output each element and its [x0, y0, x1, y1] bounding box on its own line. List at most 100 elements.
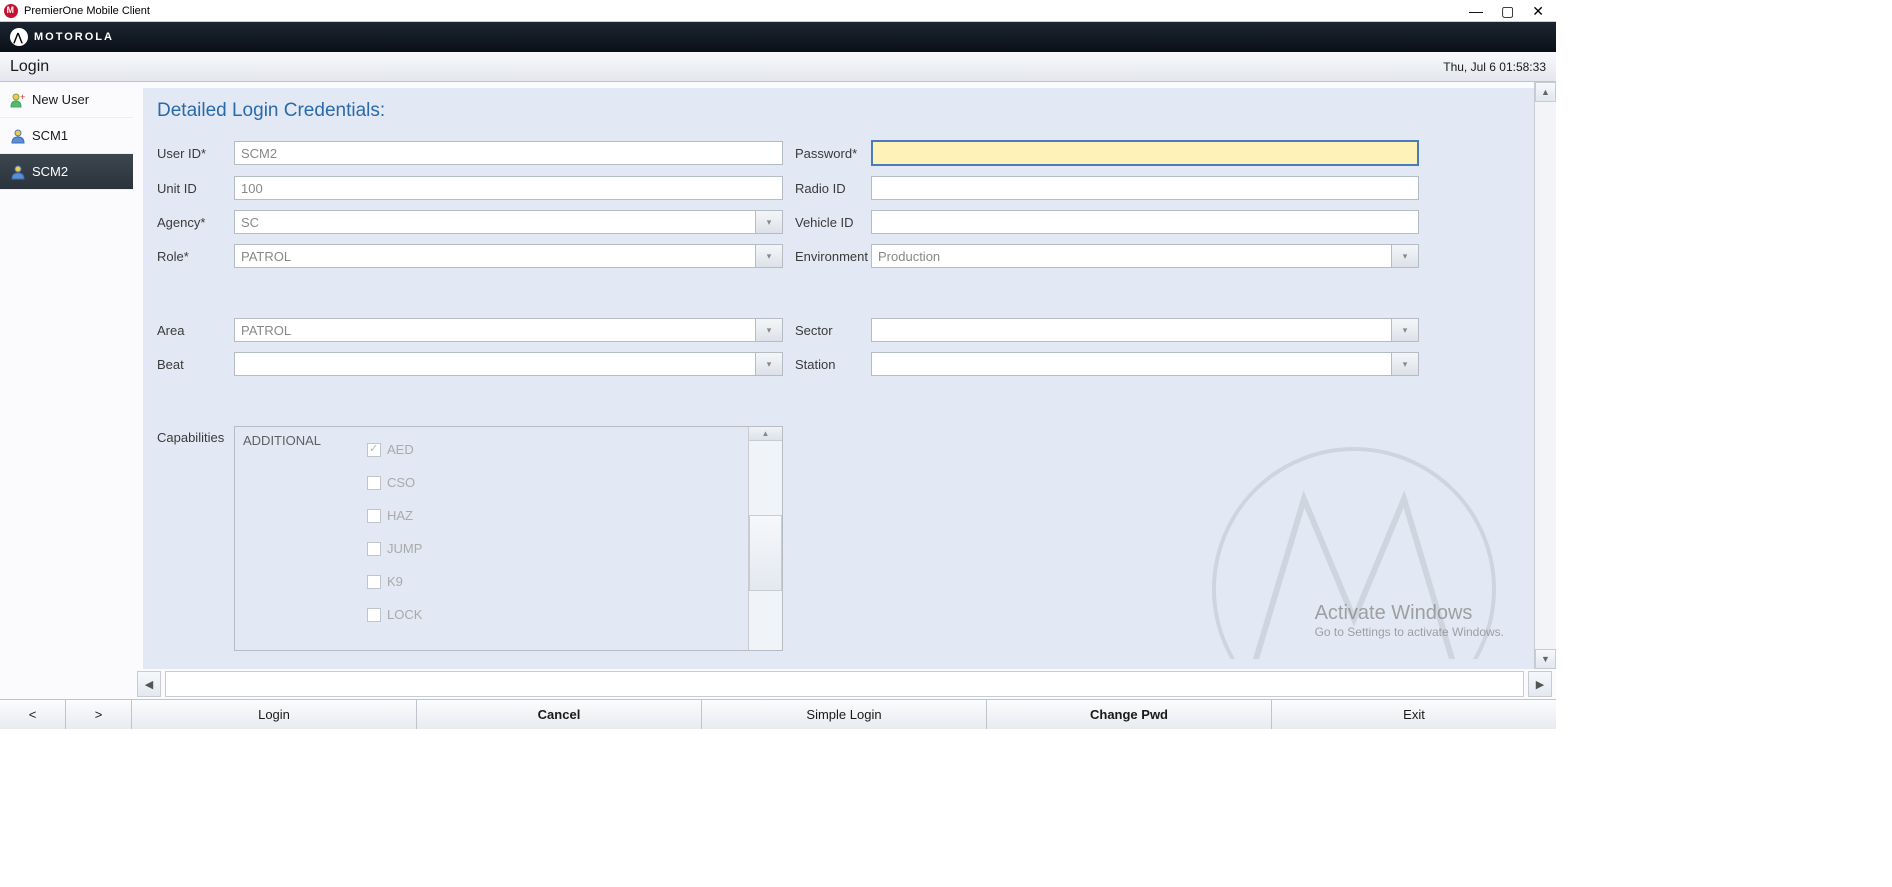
scroll-track[interactable] [749, 441, 782, 650]
agency-combo-button[interactable] [755, 210, 783, 234]
sidebar-item-scm1[interactable]: SCM1 [0, 118, 133, 154]
capability-jump[interactable]: JUMP [367, 532, 748, 565]
form-title: Detailed Login Credentials: [157, 100, 1520, 122]
sector-combo-button[interactable] [1391, 318, 1419, 342]
environment-combo[interactable] [871, 244, 1391, 268]
capability-label: AED [387, 442, 414, 457]
user-icon [10, 128, 26, 144]
label-unit-id: Unit ID [157, 181, 234, 196]
capability-aed[interactable]: AED [367, 433, 748, 466]
capability-label: LOCK [387, 607, 422, 622]
label-role: Role* [157, 249, 234, 264]
command-bar: < > Login Cancel Simple Login Change Pwd… [0, 699, 1556, 729]
sidebar-item-label: New User [32, 92, 89, 107]
agency-combo[interactable] [234, 210, 755, 234]
capability-label: HAZ [387, 508, 413, 523]
label-agency: Agency* [157, 215, 234, 230]
motorola-icon: ⋀ [10, 28, 28, 46]
label-user-id: User ID* [157, 146, 234, 161]
password-input[interactable] [871, 140, 1419, 166]
cancel-button[interactable]: Cancel [417, 700, 702, 729]
capability-haz[interactable]: HAZ [367, 499, 748, 532]
scroll-up-button[interactable]: ▲ [1535, 82, 1556, 102]
svg-text:+: + [20, 92, 25, 102]
capability-k9[interactable]: K9 [367, 565, 748, 598]
label-environment: Environment [795, 249, 871, 264]
checkbox-icon[interactable] [367, 443, 381, 457]
area-combo-button[interactable] [755, 318, 783, 342]
capability-label: CSO [387, 475, 415, 490]
station-combo[interactable] [871, 352, 1391, 376]
checkbox-icon[interactable] [367, 509, 381, 523]
window-titlebar: PremierOne Mobile Client — ▢ ✕ [0, 0, 1556, 22]
radio-id-input[interactable] [871, 176, 1419, 200]
exit-button[interactable]: Exit [1272, 700, 1556, 729]
user-id-input[interactable] [234, 141, 783, 165]
sector-combo[interactable] [871, 318, 1391, 342]
capabilities-group: ADDITIONAL [235, 427, 367, 650]
label-password: Password* [795, 146, 871, 161]
sidebar-item-new-user[interactable]: + New User [0, 82, 133, 118]
scroll-left-button[interactable]: ◀ [137, 671, 161, 697]
label-capabilities: Capabilities [157, 426, 234, 651]
brand-logo: ⋀ MOTOROLA [10, 28, 114, 46]
label-area: Area [157, 323, 234, 338]
capabilities-list: AED CSO HAZ JUMP K9 LOCK [367, 427, 748, 650]
sidebar-item-label: SCM2 [32, 164, 68, 179]
app-icon [4, 4, 18, 18]
checkbox-icon[interactable] [367, 575, 381, 589]
scroll-thumb[interactable] [749, 515, 782, 591]
login-form: Detailed Login Credentials: User ID* Pas… [143, 88, 1534, 669]
simple-login-button[interactable]: Simple Login [702, 700, 987, 729]
brand-name: MOTOROLA [34, 31, 114, 43]
role-combo[interactable] [234, 244, 755, 268]
sidebar-item-label: SCM1 [32, 128, 68, 143]
sidebar-item-scm2[interactable]: SCM2 [0, 154, 133, 190]
new-user-icon: + [10, 92, 26, 108]
user-icon [10, 164, 26, 180]
scroll-track[interactable] [165, 671, 1524, 697]
checkbox-icon[interactable] [367, 476, 381, 490]
unit-id-input[interactable] [234, 176, 783, 200]
label-sector: Sector [795, 323, 871, 338]
vehicle-id-input[interactable] [871, 210, 1419, 234]
capabilities-scrollbar[interactable]: ▲ [748, 427, 782, 650]
capability-cso[interactable]: CSO [367, 466, 748, 499]
label-station: Station [795, 357, 871, 372]
environment-combo-button[interactable] [1391, 244, 1419, 268]
horizontal-scrollbar[interactable]: ◀ ▶ [133, 669, 1556, 699]
scroll-up-icon[interactable]: ▲ [749, 427, 782, 441]
page-header: Login Thu, Jul 6 01:58:33 [0, 52, 1556, 82]
scroll-down-button[interactable]: ▼ [1535, 649, 1556, 669]
scroll-track[interactable] [1535, 102, 1556, 649]
sidebar: + New User SCM1 SCM2 [0, 82, 133, 699]
minimize-button[interactable]: — [1469, 4, 1483, 18]
vertical-scrollbar[interactable]: ▲ ▼ [1534, 82, 1556, 669]
role-combo-button[interactable] [755, 244, 783, 268]
beat-combo-button[interactable] [755, 352, 783, 376]
label-beat: Beat [157, 357, 234, 372]
scroll-right-button[interactable]: ▶ [1528, 671, 1552, 697]
page-title: Login [10, 58, 1443, 76]
page-datetime: Thu, Jul 6 01:58:33 [1443, 60, 1546, 74]
login-button[interactable]: Login [132, 700, 417, 729]
label-vehicle-id: Vehicle ID [795, 215, 871, 230]
capability-label: JUMP [387, 541, 422, 556]
content-area: Detailed Login Credentials: User ID* Pas… [133, 82, 1556, 699]
station-combo-button[interactable] [1391, 352, 1419, 376]
main-area: + New User SCM1 SCM2 Detailed Login Cred… [0, 82, 1556, 699]
capabilities-box: ADDITIONAL AED CSO HAZ JUMP K9 LOCK ▲ [234, 426, 783, 651]
beat-combo[interactable] [234, 352, 755, 376]
change-pwd-button[interactable]: Change Pwd [987, 700, 1272, 729]
checkbox-icon[interactable] [367, 608, 381, 622]
prev-button[interactable]: < [0, 700, 66, 729]
close-button[interactable]: ✕ [1532, 4, 1544, 18]
area-combo[interactable] [234, 318, 755, 342]
brand-bar: ⋀ MOTOROLA [0, 22, 1556, 52]
checkbox-icon[interactable] [367, 542, 381, 556]
app-title: PremierOne Mobile Client [24, 5, 1469, 17]
next-button[interactable]: > [66, 700, 132, 729]
maximize-button[interactable]: ▢ [1501, 4, 1514, 18]
capability-lock[interactable]: LOCK [367, 598, 748, 631]
capability-label: K9 [387, 574, 403, 589]
